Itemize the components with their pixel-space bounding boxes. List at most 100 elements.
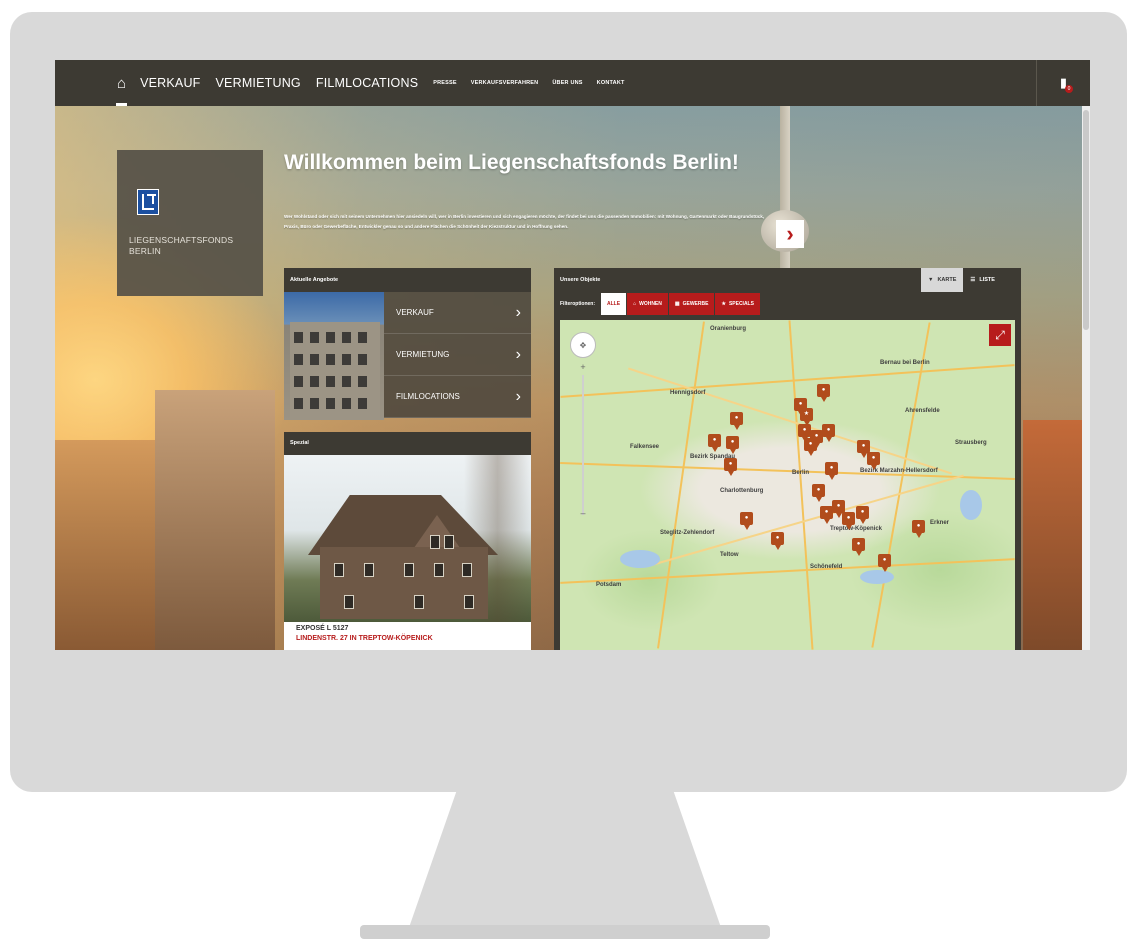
screen: ⌂ VERKAUF VERMIETUNG FILMLOCATIONS PRESS… bbox=[55, 60, 1090, 650]
offer-item-vermietung[interactable]: VERMIETUNG › bbox=[384, 334, 531, 376]
special-house-photo bbox=[284, 455, 531, 622]
chevron-right-icon: › bbox=[515, 387, 521, 405]
map-marker[interactable]: ● bbox=[825, 462, 838, 480]
liegenschaftsfonds-logo-icon bbox=[137, 189, 159, 215]
filter-alle[interactable]: ALLE bbox=[601, 293, 627, 315]
filter-row: Filteroptionen: ALLE ⌂ WOHNEN ▦ GEWERBE ★ S… bbox=[554, 292, 1021, 316]
pan-control-icon[interactable]: ✥ bbox=[570, 332, 596, 358]
tab-karte[interactable]: ▼ KARTE bbox=[921, 268, 964, 292]
special-address[interactable]: LINDENSTR. 27 IN TREPTOW-KÖPENICK bbox=[296, 635, 433, 642]
page-title: Willkommen beim Liegenschaftsfonds Berli… bbox=[284, 151, 739, 174]
offer-item-label: VERMIETUNG bbox=[396, 350, 450, 359]
building-right bbox=[1023, 420, 1090, 650]
map-marker[interactable]: ● bbox=[867, 452, 880, 470]
nav-vermietung[interactable]: VERMIETUNG bbox=[216, 76, 301, 90]
map-label-erkner: Erkner bbox=[930, 520, 950, 526]
zoom-in-button[interactable]: + bbox=[576, 362, 590, 372]
clipboard-icon[interactable]: ▮ 0 bbox=[1036, 60, 1090, 106]
objects-panel: Unsere Objekte Filteroptionen: ALLE ⌂ WOH… bbox=[554, 268, 1021, 650]
objects-map[interactable]: Berlin Bezirk Spandau Potsdam Charlotten… bbox=[560, 320, 1015, 650]
offers-header: Aktuelle Angebote bbox=[284, 268, 531, 292]
map-marker[interactable]: ● bbox=[852, 538, 865, 556]
page-scrollbar[interactable] bbox=[1082, 106, 1090, 650]
home-icon[interactable]: ⌂ bbox=[115, 75, 128, 106]
nav-kontakt[interactable]: KONTAKT bbox=[597, 80, 625, 86]
view-tabs: ▼ KARTE ☰ LISTE bbox=[921, 268, 1002, 292]
filter-label-text: WOHNEN bbox=[639, 301, 662, 307]
chevron-right-icon: › bbox=[786, 221, 794, 246]
map-marker[interactable]: ● bbox=[724, 458, 737, 476]
building-left-2 bbox=[155, 390, 275, 650]
map-marker[interactable]: ● bbox=[726, 436, 739, 454]
monitor-stand bbox=[405, 792, 725, 939]
map-marker[interactable]: ● bbox=[740, 512, 753, 530]
map-label-steglitz: Steglitz-Zehlendorf bbox=[660, 530, 715, 536]
map-marker[interactable]: ● bbox=[730, 412, 743, 430]
top-nav: ⌂ VERKAUF VERMIETUNG FILMLOCATIONS PRESS… bbox=[55, 60, 1090, 106]
map-marker[interactable]: ★ bbox=[800, 408, 813, 426]
map-label-bernau: Bernau bei Berlin bbox=[880, 360, 930, 366]
cart-count-badge: 0 bbox=[1065, 85, 1073, 93]
filter-specials[interactable]: ★ SPECIALS bbox=[715, 293, 760, 315]
logo-line-1: LIEGENSCHAFTSFONDS bbox=[129, 235, 234, 245]
offers-panel: VERKAUF › VERMIETUNG › FILMLOCATIONS › bbox=[284, 292, 531, 420]
logo-wordmark: LIEGENSCHAFTSFONDS BERLIN bbox=[129, 235, 259, 257]
factory-icon: ▦ bbox=[674, 301, 680, 307]
map-label-charlottenburg: Charlottenburg bbox=[720, 488, 764, 494]
house-icon: ⌂ bbox=[633, 301, 637, 307]
nav-presse[interactable]: PRESSE bbox=[433, 80, 457, 86]
filter-label: Filteroptionen: bbox=[560, 301, 595, 307]
special-header: Spezial bbox=[284, 432, 531, 455]
map-marker[interactable]: ● bbox=[812, 484, 825, 502]
tab-label: KARTE bbox=[937, 277, 957, 283]
map-label-ahrensfelde: Ahrensfelde bbox=[905, 408, 940, 414]
filter-label-text: ALLE bbox=[607, 301, 621, 307]
nav-verkauf[interactable]: VERKAUF bbox=[140, 76, 200, 90]
filter-label-text: GEWERBE bbox=[682, 301, 709, 307]
scrollbar-thumb[interactable] bbox=[1083, 110, 1089, 330]
list-icon: ☰ bbox=[970, 277, 976, 283]
map-marker[interactable]: ● bbox=[822, 424, 835, 442]
star-icon: ★ bbox=[721, 301, 726, 307]
filter-gewerbe[interactable]: ▦ GEWERBE bbox=[668, 293, 715, 315]
map-marker[interactable]: ● bbox=[804, 438, 817, 456]
logo-line-2: BERLIN bbox=[129, 246, 161, 256]
map-marker[interactable]: ● bbox=[708, 434, 721, 452]
nav-verkaufsverfahren[interactable]: VERKAUFSVERFAHREN bbox=[471, 80, 539, 86]
map-label-teltow: Teltow bbox=[720, 552, 739, 558]
zoom-out-button[interactable]: – bbox=[576, 508, 590, 518]
map-pin-icon: ▼ bbox=[928, 277, 934, 283]
map-marker[interactable]: ● bbox=[771, 532, 784, 550]
map-marker[interactable]: ● bbox=[817, 384, 830, 402]
map-label-strausberg: Strausberg bbox=[955, 440, 987, 446]
monitor-base bbox=[360, 925, 770, 939]
zoom-slider[interactable] bbox=[582, 375, 584, 515]
map-marker[interactable]: ● bbox=[842, 512, 855, 530]
map-marker[interactable]: ● bbox=[856, 506, 869, 524]
filter-label-text: SPECIALS bbox=[728, 301, 754, 307]
map-label-oranienburg: Oranienburg bbox=[710, 326, 747, 332]
tab-liste[interactable]: ☰ LISTE bbox=[963, 268, 1002, 292]
hero-intro-text: Wer Wohlstand oder sich mit seinem Unter… bbox=[284, 214, 765, 229]
logo-block[interactable]: LIEGENSCHAFTSFONDS BERLIN bbox=[117, 150, 263, 296]
offer-item-filmlocations[interactable]: FILMLOCATIONS › bbox=[384, 376, 531, 418]
filter-wohnen[interactable]: ⌂ WOHNEN bbox=[627, 293, 668, 315]
expand-icon[interactable]: ⤢ bbox=[989, 324, 1011, 346]
tab-label: LISTE bbox=[979, 277, 995, 283]
special-card[interactable]: EXPOSÉ L 5127 LINDENSTR. 27 IN TREPTOW-K… bbox=[284, 455, 531, 650]
map-marker[interactable]: ● bbox=[912, 520, 925, 538]
offer-item-verkauf[interactable]: VERKAUF › bbox=[384, 292, 531, 334]
nav-ueber-uns[interactable]: ÜBER UNS bbox=[552, 80, 582, 86]
offers-building-photo bbox=[284, 292, 384, 420]
map-label-falkensee: Falkensee bbox=[630, 444, 660, 450]
map-label-berlin: Berlin bbox=[792, 470, 810, 476]
map-label-schoenefeld: Schönefeld bbox=[810, 564, 843, 570]
map-label-potsdam: Potsdam bbox=[596, 582, 622, 588]
chevron-right-icon: › bbox=[515, 345, 521, 363]
special-expose-number: EXPOSÉ L 5127 bbox=[296, 625, 349, 632]
nav-filmlocations[interactable]: FILMLOCATIONS bbox=[316, 76, 418, 90]
chevron-right-icon: › bbox=[515, 303, 521, 321]
map-marker[interactable]: ● bbox=[878, 554, 891, 572]
hero-next-button[interactable]: › bbox=[776, 220, 804, 248]
objects-title: Unsere Objekte bbox=[560, 277, 601, 283]
